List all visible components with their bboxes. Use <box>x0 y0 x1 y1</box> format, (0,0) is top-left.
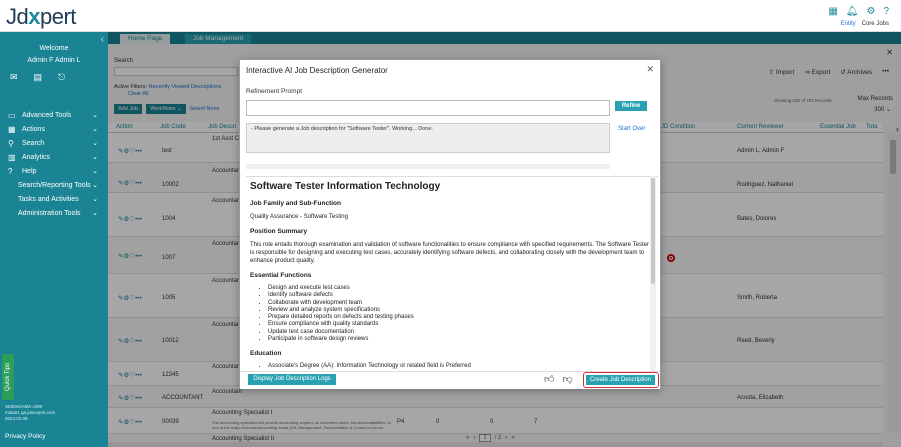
create-job-description-button[interactable]: Create Job Description <box>586 375 655 385</box>
education-list: Associate's Degree (AA): Information Tec… <box>268 363 650 370</box>
logout-icon[interactable]: ⎋ <box>58 72 65 83</box>
summary-heading: Position Summary <box>250 228 308 235</box>
gear-icon[interactable]: ⚙ <box>866 6 875 17</box>
bell-icon[interactable]: 🔔︎ <box>846 6 859 17</box>
sidebar-item-search[interactable]: ⚲ Search ⌄ <box>0 136 108 150</box>
help-icon[interactable]: ? <box>883 6 889 17</box>
list-item: Collaborate with development team <box>268 300 650 307</box>
log-horizontal-scrollbar[interactable] <box>246 164 610 169</box>
functions-heading: Essential Functions <box>250 272 312 279</box>
list-item: Prepare detailed reports on defects and … <box>268 314 650 321</box>
core-jobs-link[interactable]: Core Jobs <box>862 21 889 27</box>
welcome-text: Welcome <box>39 45 69 52</box>
chevron-down-icon: ⌄ <box>92 196 98 203</box>
grid-icon[interactable]: ▦ <box>828 6 837 17</box>
sidebar-item-help[interactable]: ? Help ⌄ <box>0 164 108 178</box>
refine-button[interactable]: Refine <box>615 101 647 111</box>
refinement-prompt-label: Refinement Prompt <box>246 88 302 95</box>
list-item: Update test case documentation <box>268 329 650 336</box>
grid-icon: ▦ <box>8 124 16 134</box>
list-item: Review and analyze system specifications <box>268 307 650 314</box>
sidebar-menu: ▭ Advanced Tools ⌄ ▦ Actions ⌄ ⚲ Search ⌄ ▥ Ana… <box>0 108 108 220</box>
version-info: SMDSGAMS v290 mlaa51 qa.jdxexpert.com 20… <box>5 404 56 421</box>
chevron-down-icon: ⌄ <box>92 154 98 161</box>
chevron-down-icon: ⌄ <box>92 210 98 217</box>
chevron-down-icon: ⌄ <box>92 182 98 189</box>
family-heading: Job Family and Sub-Function <box>250 200 341 207</box>
generated-job-description: Software Tester Information Technology J… <box>246 176 658 371</box>
top-icons: ▦ 🔔︎ ⚙ ? <box>828 6 889 17</box>
feedback-icons: 👍︎ 👎︎ <box>544 373 573 385</box>
doc-scrollbar[interactable] <box>650 176 656 371</box>
help-icon: ? <box>8 166 13 176</box>
thumbs-up-icon[interactable]: 👍︎ <box>544 373 554 385</box>
top-links: Entity Core Jobs <box>841 21 889 27</box>
user-name[interactable]: Admin F Admin L <box>0 57 108 64</box>
chevron-down-icon: ⌄ <box>92 112 98 119</box>
chevron-down-icon: ⌄ <box>92 140 98 147</box>
sidebar-item-search-reporting-tools[interactable]: Search/Reporting Tools ⌄ <box>0 178 108 192</box>
thumbs-down-icon[interactable]: 👎︎ <box>562 373 572 385</box>
list-item: Identify software defects <box>268 292 650 299</box>
sidebar-quick-icons: ✉ ▤ ⎋ <box>10 72 65 83</box>
search-icon: ⚲ <box>8 138 14 148</box>
list-item: Associate's Degree (AA): Information Tec… <box>268 363 650 370</box>
app-logo[interactable]: Jdxpert <box>6 4 76 30</box>
chevron-down-icon: ⌄ <box>92 168 98 175</box>
sidebar: ‹ Welcome Admin F Admin L ✉ ▤ ⎋ ▭ Advance… <box>0 32 108 447</box>
chart-icon: ▥ <box>8 152 16 162</box>
sidebar-item-administration-tools[interactable]: Administration Tools ⌄ <box>0 206 108 220</box>
close-icon[interactable]: ✕ <box>646 64 654 75</box>
collapse-sidebar-icon[interactable]: ‹ <box>101 34 104 45</box>
doc-title: Software Tester Information Technology <box>250 181 441 192</box>
list-item: Participate in software design reviews <box>268 336 650 343</box>
dialog-footer: Display Job Description Logs 👍︎ 👎︎ Creat… <box>240 371 660 389</box>
family-text: Quality Assurance - Software Testing <box>250 214 348 220</box>
sidebar-item-tasks-activities[interactable]: Tasks and Activities ⌄ <box>0 192 108 206</box>
dialog-title: Interactive AI Job Description Generator <box>246 66 388 75</box>
top-bar: Jdxpert ▦ 🔔︎ ⚙ ? Entity Core Jobs <box>0 0 901 32</box>
privacy-policy-link[interactable]: Privacy Policy <box>5 433 45 440</box>
display-logs-button[interactable]: Display Job Description Logs <box>248 374 336 385</box>
briefcase-icon: ▭ <box>8 110 16 120</box>
entity-link[interactable]: Entity <box>841 21 856 27</box>
list-item: Ensure compliance with quality standards <box>268 321 650 328</box>
quick-tips-tab[interactable]: Quick Tips <box>2 354 14 400</box>
create-button-highlight: Create Job Description <box>583 372 659 388</box>
scroll-thumb[interactable] <box>651 178 655 284</box>
list-item: Design and execute test cases <box>268 285 650 292</box>
ai-generator-dialog: Interactive AI Job Description Generator… <box>239 59 661 389</box>
mail-icon[interactable]: ✉ <box>10 72 18 83</box>
education-heading: Education <box>250 350 282 358</box>
sidebar-item-analytics[interactable]: ▥ Analytics ⌄ <box>0 150 108 164</box>
sidebar-item-advanced-tools[interactable]: ▭ Advanced Tools ⌄ <box>0 108 108 122</box>
chevron-down-icon: ⌄ <box>92 126 98 133</box>
summary-text: This role entails thorough examination a… <box>250 242 649 264</box>
start-over-link[interactable]: Start Over <box>618 126 645 132</box>
sidebar-item-actions[interactable]: ▦ Actions ⌄ <box>0 122 108 136</box>
generation-log: - Please generate a Job description for … <box>246 123 610 153</box>
inbox-icon[interactable]: ▤ <box>34 72 43 83</box>
refinement-prompt-input[interactable] <box>246 100 610 116</box>
functions-list: Design and execute test cases Identify s… <box>268 285 650 343</box>
